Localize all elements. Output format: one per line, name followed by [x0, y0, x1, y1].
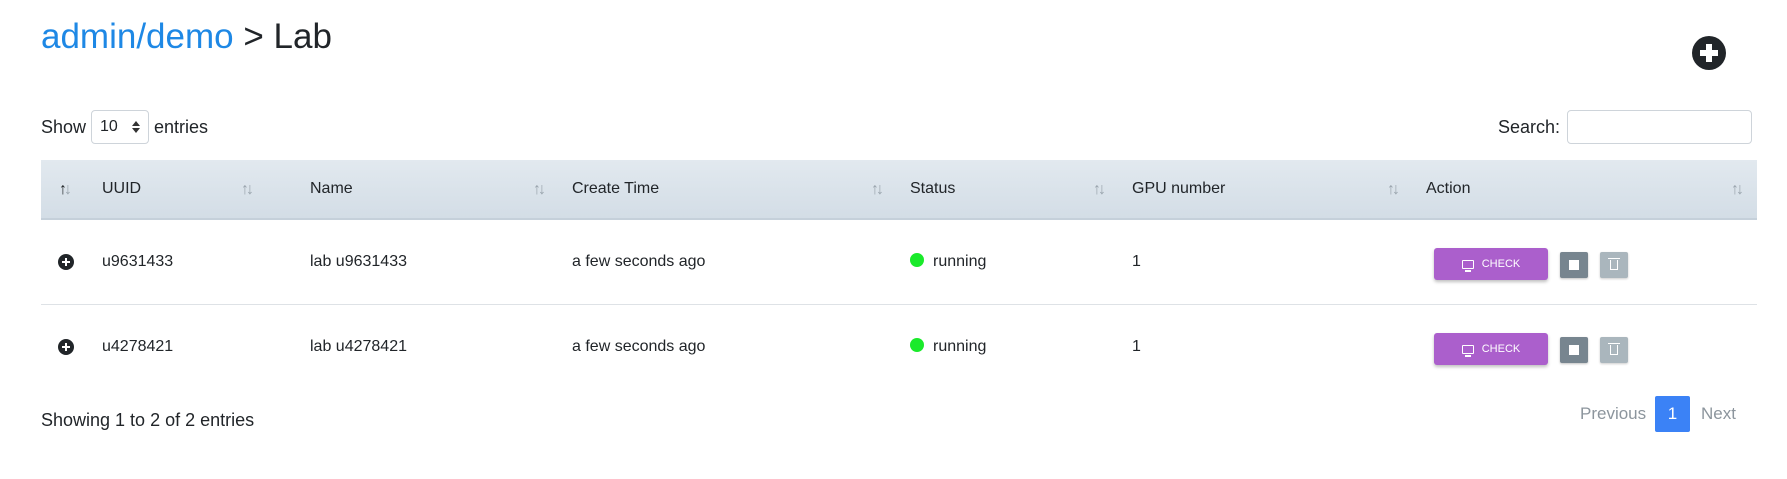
- breadcrumb: admin/demo > Lab: [41, 14, 332, 60]
- delete-button[interactable]: [1600, 252, 1628, 278]
- cell-gpu-number: 1: [1132, 253, 1141, 270]
- sort-icon[interactable]: ↑↓: [59, 160, 72, 218]
- sort-icon[interactable]: ↑↓: [871, 160, 884, 218]
- check-button-label: CHECK: [1481, 258, 1521, 270]
- cell-name: lab u9631433: [310, 253, 407, 270]
- cell-status: running: [910, 305, 986, 389]
- sort-icon[interactable]: ↑↓: [1731, 160, 1744, 218]
- search-input[interactable]: [1567, 110, 1753, 144]
- length-suffix: entries: [154, 116, 209, 137]
- sort-icon[interactable]: ↑↓: [533, 160, 546, 218]
- cell-name: lab u4278421: [310, 338, 407, 355]
- expand-icon[interactable]: [58, 339, 74, 355]
- column-header-action: Action: [1426, 180, 1471, 197]
- cell-uuid: u9631433: [102, 253, 174, 270]
- breadcrumb-parent-link[interactable]: admin/demo: [41, 17, 234, 56]
- entries-per-page-select[interactable]: 10: [91, 110, 150, 144]
- sort-icon[interactable]: ↑↓: [1093, 160, 1106, 218]
- sort-icon[interactable]: ↑↓: [1387, 160, 1400, 218]
- cell-status: running: [910, 220, 986, 304]
- cell-create-time: a few seconds ago: [572, 253, 706, 270]
- cell-create-time: a few seconds ago: [572, 338, 706, 355]
- column-header-uuid[interactable]: UUID: [102, 160, 141, 218]
- select-arrows-icon: [132, 121, 141, 133]
- status-running-icon: [910, 252, 924, 267]
- delete-button[interactable]: [1600, 337, 1628, 363]
- length-prefix: Show: [41, 116, 87, 137]
- table-header: ↑↓ UUID ↑↓ Name ↑↓ Create Time ↑↓ Status…: [41, 160, 1757, 220]
- column-header-status[interactable]: Status: [910, 160, 955, 218]
- trash-icon: [1608, 343, 1620, 355]
- table-row: u4278421 lab u4278421 a few seconds ago …: [41, 305, 1757, 389]
- table-info: Showing 1 to 2 of 2 entries: [41, 410, 255, 430]
- length-menu: Show 10 entries: [41, 110, 208, 144]
- check-button-label: CHECK: [1481, 343, 1521, 355]
- expand-icon[interactable]: [58, 254, 74, 270]
- trash-icon: [1608, 258, 1620, 270]
- table-row: u9631433 lab u9631433 a few seconds ago …: [41, 220, 1757, 305]
- check-button[interactable]: CHECK: [1434, 248, 1548, 280]
- status-text: running: [933, 338, 987, 355]
- cell-uuid: u4278421: [102, 338, 174, 355]
- pagination-page-1[interactable]: 1: [1655, 396, 1690, 432]
- monitor-icon: [1461, 259, 1474, 272]
- column-header-create-time[interactable]: Create Time: [572, 160, 659, 218]
- pagination-previous[interactable]: Previous: [1580, 396, 1646, 432]
- search-area: Search:: [1498, 110, 1753, 144]
- search-label: Search:: [1498, 116, 1561, 137]
- check-button[interactable]: CHECK: [1434, 333, 1548, 365]
- monitor-icon: [1461, 344, 1474, 357]
- column-header-name[interactable]: Name: [310, 160, 353, 218]
- pagination-next[interactable]: Next: [1701, 396, 1736, 432]
- sort-icon[interactable]: ↑↓: [241, 160, 254, 218]
- status-running-icon: [910, 337, 924, 352]
- add-lab-button[interactable]: [1692, 36, 1726, 70]
- breadcrumb-separator: >: [243, 17, 264, 56]
- status-text: running: [933, 253, 987, 270]
- page-title: Lab: [273, 17, 332, 56]
- stop-button[interactable]: [1560, 252, 1588, 278]
- stop-button[interactable]: [1560, 337, 1588, 363]
- cell-gpu-number: 1: [1132, 338, 1141, 355]
- entries-per-page-value: 10: [100, 118, 118, 135]
- column-header-gpu-number[interactable]: GPU number: [1132, 160, 1225, 218]
